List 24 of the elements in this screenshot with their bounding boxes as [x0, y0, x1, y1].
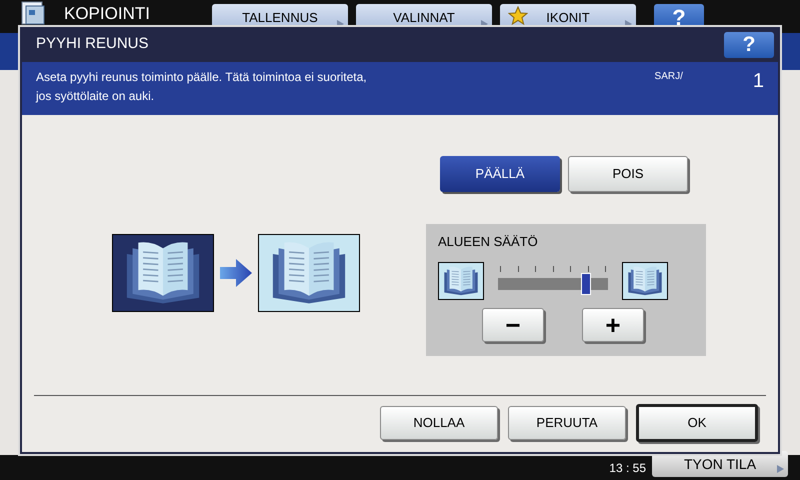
- slider-thumb[interactable]: [581, 272, 591, 294]
- clock-time: 13 : 55: [609, 460, 646, 477]
- help-button[interactable]: ?: [724, 32, 774, 58]
- arrow-icon: [777, 465, 784, 473]
- toggle-button[interactable]: POIS: [568, 156, 688, 192]
- copies-label: SARJ/: [654, 70, 683, 84]
- dialog-button[interactable]: NOLLAA: [380, 406, 498, 440]
- dialog-button[interactable]: PERUUTA: [508, 406, 626, 440]
- ok-button[interactable]: OK: [636, 404, 758, 442]
- toggle-button[interactable]: PÄÄLLÄ: [440, 156, 560, 192]
- decrease-button[interactable]: −: [482, 308, 544, 342]
- book-icon: [258, 234, 360, 312]
- copies-count: 1: [752, 70, 764, 94]
- arrow-icon: [220, 257, 252, 289]
- increase-button[interactable]: +: [582, 308, 644, 342]
- app-title: KOPIOINTI: [64, 5, 150, 23]
- book-icon: [622, 262, 668, 300]
- info-message: jos syöttölaite on auki.: [36, 88, 156, 105]
- book-icon: [438, 262, 484, 300]
- info-message: Aseta pyyhi reunus toiminto päälle. Tätä toimintoa ei suoriteta,: [36, 69, 368, 86]
- star-icon: [508, 6, 528, 26]
- book-icon: [112, 234, 214, 312]
- panel-title: ALUEEN SÄÄTÖ: [438, 233, 539, 251]
- dialog-title: PYYHI REUNUS: [36, 34, 150, 54]
